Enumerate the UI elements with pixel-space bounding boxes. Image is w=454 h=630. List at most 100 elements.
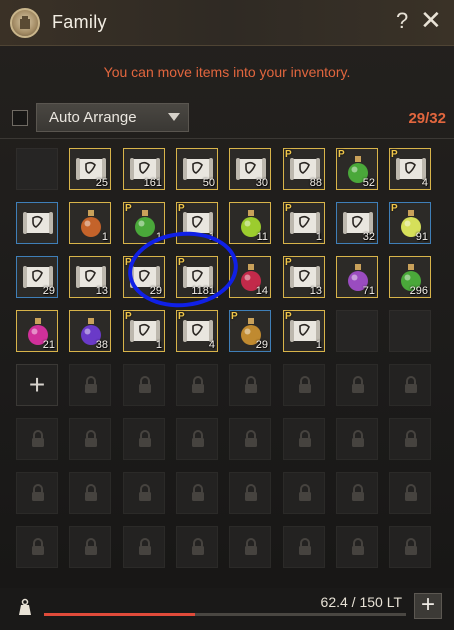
item-quantity: 1 <box>315 339 322 351</box>
locked-slot <box>69 418 111 460</box>
premium-mark: P <box>125 311 132 322</box>
inventory-slot-item[interactable]: 161 <box>123 148 165 190</box>
inventory-slot-item[interactable]: P1 <box>123 202 165 244</box>
locked-slot <box>336 364 378 406</box>
item-quantity: 21 <box>42 339 55 351</box>
inventory-slot-item[interactable]: 50 <box>176 148 218 190</box>
item-quantity: 4 <box>421 177 428 189</box>
locked-slot <box>229 526 271 568</box>
inventory-slot-item[interactable]: P1 <box>283 202 325 244</box>
locked-slot <box>176 526 218 568</box>
item-quantity: 13 <box>95 285 108 297</box>
add-slot-button[interactable]: + <box>16 364 58 406</box>
inventory-slot-item[interactable]: P1 <box>176 202 218 244</box>
inventory-slot-item[interactable]: P4 <box>176 310 218 352</box>
item-quantity: 25 <box>95 177 108 189</box>
locked-slot <box>336 472 378 514</box>
family-emblem-icon <box>10 8 40 38</box>
item-quantity: 29 <box>149 285 162 297</box>
locked-slot <box>176 472 218 514</box>
locked-slot <box>336 526 378 568</box>
premium-mark: P <box>178 203 185 214</box>
inventory-slot-item[interactable]: 32 <box>336 202 378 244</box>
item-quantity: 1 <box>155 231 162 243</box>
inventory-slot-item[interactable]: 30 <box>229 148 271 190</box>
item-quantity: 29 <box>42 285 55 297</box>
plus-icon: + <box>28 369 46 400</box>
inventory-slot-item[interactable]: P 91 <box>389 202 431 244</box>
premium-mark: P <box>285 203 292 214</box>
inventory-slot-item[interactable]: P 52 <box>336 148 378 190</box>
item-quantity: 52 <box>362 177 375 189</box>
premium-mark: P <box>285 257 292 268</box>
inventory-slot-item[interactable]: P 13 <box>283 256 325 298</box>
premium-mark: P <box>178 311 185 322</box>
expand-weight-button[interactable]: + <box>414 593 442 619</box>
inventory-slot-item[interactable]: 1 <box>69 202 111 244</box>
item-quantity: 38 <box>95 339 108 351</box>
locked-slot <box>283 472 325 514</box>
locked-slot <box>389 364 431 406</box>
inventory-slot-item[interactable]: 21 <box>16 310 58 352</box>
premium-mark: P <box>178 257 185 268</box>
locked-slot <box>176 418 218 460</box>
inventory-slot-item[interactable]: P 1181 <box>176 256 218 298</box>
inventory-slot-empty[interactable] <box>389 310 431 352</box>
weight-icon <box>19 598 31 615</box>
item-quantity: 91 <box>415 231 428 243</box>
window-header: Family ? ✕ <box>0 0 454 46</box>
locked-slot <box>123 364 165 406</box>
locked-slot <box>336 418 378 460</box>
locked-slot <box>16 418 58 460</box>
item-quantity: 1 <box>155 339 162 351</box>
premium-mark: P <box>391 203 398 214</box>
locked-slot <box>389 418 431 460</box>
premium-mark: P <box>391 149 398 160</box>
locked-slot <box>16 526 58 568</box>
window-title: Family <box>52 12 107 32</box>
inventory-slot-item[interactable]: P1 <box>123 310 165 352</box>
chevron-down-icon <box>168 113 180 121</box>
inventory-slot-item[interactable]: 29 <box>16 256 58 298</box>
inventory-slot-item[interactable]: 71 <box>336 256 378 298</box>
slot-capacity: 29/32 <box>408 110 446 127</box>
divider <box>0 138 454 139</box>
locked-slot <box>176 364 218 406</box>
item-quantity: 1 <box>101 231 108 243</box>
locked-slot <box>69 526 111 568</box>
premium-mark: P <box>125 257 132 268</box>
premium-mark: P <box>285 149 292 160</box>
inventory-slot-item[interactable]: P 29 <box>123 256 165 298</box>
item-quantity: 4 <box>208 339 215 351</box>
help-icon[interactable]: ? <box>396 8 408 34</box>
premium-mark: P <box>285 311 292 322</box>
weight-bar-fill <box>44 613 195 616</box>
inventory-slot-item[interactable]: 296 <box>389 256 431 298</box>
inventory-slot-item[interactable]: 14 <box>229 256 271 298</box>
premium-mark: P <box>231 311 238 322</box>
inventory-slot-empty[interactable] <box>336 310 378 352</box>
family-storage-window: Family ? ✕ You can move items into your … <box>0 0 454 630</box>
inventory-slot-item[interactable] <box>16 202 58 244</box>
move-items-notice: You can move items into your inventory. <box>103 64 351 80</box>
inventory-slot-item[interactable]: 38 <box>69 310 111 352</box>
inventory-slot-item[interactable]: 25 <box>69 148 111 190</box>
select-all-checkbox[interactable] <box>12 110 28 126</box>
inventory-slot-item[interactable]: 11 <box>229 202 271 244</box>
auto-arrange-dropdown[interactable]: Auto Arrange <box>36 103 189 132</box>
inventory-slot-item[interactable]: 13 <box>69 256 111 298</box>
inventory-slot-item[interactable]: P1 <box>283 310 325 352</box>
close-icon[interactable]: ✕ <box>420 6 442 34</box>
locked-slot <box>389 472 431 514</box>
inventory-slot-item[interactable]: P 88 <box>283 148 325 190</box>
item-quantity: 1181 <box>191 285 215 297</box>
inventory-slot-empty[interactable] <box>16 148 58 190</box>
locked-slot <box>229 472 271 514</box>
inventory-slot-item[interactable]: P 29 <box>229 310 271 352</box>
premium-mark: P <box>125 203 132 214</box>
item-quantity: 29 <box>255 339 268 351</box>
locked-slot <box>283 526 325 568</box>
locked-slot <box>283 364 325 406</box>
inventory-slot-item[interactable]: P4 <box>389 148 431 190</box>
item-quantity: 50 <box>202 177 215 189</box>
